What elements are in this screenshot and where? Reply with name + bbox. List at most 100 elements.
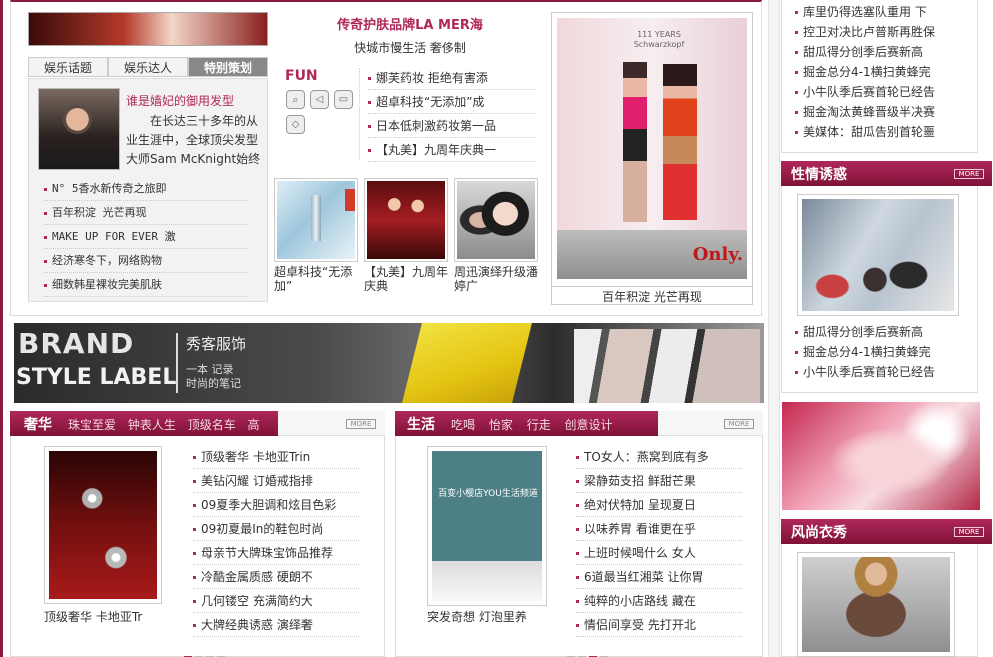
life-image-frame[interactable]: 百变小樱店YOU生活频道 bbox=[427, 446, 547, 606]
xingqing-title[interactable]: 性情诱惑 bbox=[791, 164, 847, 184]
list-item[interactable]: 控卫对决比卢普斯再胜保 bbox=[795, 22, 970, 42]
fengshang-title[interactable]: 风尚衣秀 bbox=[791, 522, 847, 542]
fengshang-more-button[interactable]: MORE bbox=[954, 527, 984, 537]
fun-chat-icon[interactable]: ▭ bbox=[334, 90, 353, 109]
fun-search-icon[interactable]: ⌕ bbox=[286, 90, 305, 109]
fun-tag-icon[interactable]: ◇ bbox=[286, 115, 305, 134]
list-item[interactable]: 母亲节大牌珠宝饰品推荐 bbox=[193, 541, 359, 565]
list-item[interactable]: 经济寒冬下，网络购物 bbox=[44, 249, 248, 273]
fengshang-image bbox=[802, 557, 950, 652]
fengshang-image-frame[interactable] bbox=[797, 552, 955, 657]
tab-entertainment-topic[interactable]: 娱乐话题 bbox=[28, 57, 108, 77]
list-item[interactable]: 顶级奢华 卡地亚Trin bbox=[193, 445, 359, 469]
more-label: MORE bbox=[958, 528, 980, 536]
nav-link-design[interactable]: 创意设计 bbox=[565, 418, 613, 432]
list-item[interactable]: 细数韩星裸妆完美肌肤 bbox=[44, 273, 248, 297]
center-list: 娜芙药妆 拒绝有害添 超卓科技“无添加”成 日本低刺激药妆第一品 【丸美】九周年… bbox=[368, 66, 536, 162]
life-pager bbox=[567, 651, 611, 657]
nav-link-jewelry[interactable]: 珠宝至爱 bbox=[68, 418, 116, 432]
list-item[interactable]: 上班时候喝什么 女人 bbox=[576, 541, 742, 565]
list-item[interactable]: 小牛队季后赛首轮已经告 bbox=[795, 82, 970, 102]
more-label: MORE bbox=[728, 420, 750, 428]
life-image-text: 百变小樱店YOU生活频道 bbox=[438, 489, 538, 499]
top-left-ad-image[interactable] bbox=[28, 12, 268, 46]
list-item[interactable]: 绝对伏特加 呈现夏日 bbox=[576, 493, 742, 517]
center-headline[interactable]: 传奇护肤品牌LA MER海 bbox=[282, 14, 538, 33]
list-item[interactable]: 掘金总分4-1横扫黄蜂完 bbox=[795, 342, 970, 362]
list-item[interactable]: 6道最当红湘菜 让你胃 bbox=[576, 565, 742, 589]
banner-dress bbox=[402, 323, 532, 403]
center-thumb-3[interactable] bbox=[454, 178, 538, 262]
tab-special-feature[interactable]: 特别策划 bbox=[188, 57, 268, 77]
list-item[interactable]: 美媒体：甜瓜告别首轮噩 bbox=[795, 122, 970, 142]
more-label: MORE bbox=[958, 170, 980, 178]
list-item[interactable]: 库里仍得选塞队重用 下 bbox=[795, 2, 970, 22]
luxury-more-button[interactable]: MORE bbox=[346, 419, 376, 429]
feature-portrait[interactable] bbox=[38, 88, 120, 170]
frame-divider bbox=[768, 0, 780, 657]
life-nav: 吃喝 怡家 行走 创意设计 bbox=[451, 416, 651, 434]
list-item[interactable]: 情侣间享受 先打开北 bbox=[576, 613, 742, 637]
nav-link-eat[interactable]: 吃喝 bbox=[451, 418, 475, 432]
list-item[interactable]: 掘金总分4-1横扫黄蜂完 bbox=[795, 62, 970, 82]
nav-link-travel[interactable]: 行走 bbox=[527, 418, 551, 432]
brand-mark: Only. bbox=[692, 244, 743, 265]
list-item[interactable]: 甜瓜得分创季后赛新高 bbox=[795, 42, 970, 62]
list-item[interactable]: 纯粹的小店路线 藏在 bbox=[576, 589, 742, 613]
list-item[interactable]: 几何镂空 充满简约大 bbox=[193, 589, 359, 613]
list-item[interactable]: 大牌经典诱惑 演绎奢 bbox=[193, 613, 359, 637]
life-list: TO女人：燕窝到底有多 梁静茹支招 鲜甜芒果 绝对伏特加 呈现夏日 以味养胃 看… bbox=[576, 445, 742, 637]
banner-line1: BRAND bbox=[18, 327, 135, 360]
life-more-button[interactable]: MORE bbox=[724, 419, 754, 429]
luxury-image-caption[interactable]: 顶级奢华 卡地亚Tr bbox=[44, 608, 142, 625]
top-left-list: N° 5香水新传奇之旅即 百年积淀 光芒再现 MAKE UP FOR EVER … bbox=[44, 177, 248, 297]
fun-speaker-icon[interactable]: ◁ bbox=[310, 90, 329, 109]
nav-link-more[interactable]: 高 bbox=[248, 418, 260, 432]
list-item[interactable]: 超卓科技“无添加”成 bbox=[368, 90, 536, 114]
list-item[interactable]: 百年积淀 光芒再现 bbox=[44, 201, 248, 225]
brand-banner[interactable]: BRAND STYLE LABEL 秀客服饰 一本 记录 时尚的笔记 bbox=[14, 323, 764, 403]
list-item[interactable]: 09初夏最In的鞋包时尚 bbox=[193, 517, 359, 541]
list-item[interactable]: MAKE UP FOR EVER 激 bbox=[44, 225, 248, 249]
banner-title: 秀客服饰 bbox=[186, 335, 247, 353]
list-item[interactable]: 日本低刺激药妆第一品 bbox=[368, 114, 536, 138]
list-item[interactable]: N° 5香水新传奇之旅即 bbox=[44, 177, 248, 201]
center-subline[interactable]: 快城市慢生活 奢侈制 bbox=[282, 39, 538, 56]
list-item[interactable]: 梁静茹支招 鲜甜芒果 bbox=[576, 469, 742, 493]
list-item[interactable]: TO女人：燕窝到底有多 bbox=[576, 445, 742, 469]
feature-text: 在长达三十多年的从业生涯中，全球顶尖发型大师Sam McKnight始终处 bbox=[126, 114, 261, 166]
list-item[interactable]: 掘金淘汰黄蜂晋级半决赛 bbox=[795, 102, 970, 122]
model-right bbox=[663, 64, 697, 220]
tab-entertainment-talent[interactable]: 娱乐达人 bbox=[108, 57, 188, 77]
xingqing-more-button[interactable]: MORE bbox=[954, 169, 984, 179]
right-promo-image[interactable] bbox=[782, 402, 980, 510]
nav-link-home[interactable]: 怡家 bbox=[489, 418, 513, 432]
luxury-image-frame[interactable] bbox=[44, 446, 162, 604]
model-left bbox=[623, 62, 647, 222]
thumb-caption[interactable]: 超卓科技“无添加” bbox=[274, 265, 362, 295]
life-image-fade bbox=[432, 561, 542, 601]
top-photo-caption[interactable]: 百年积淀 光芒再现 bbox=[551, 286, 753, 305]
list-item[interactable]: 甜瓜得分创季后赛新高 bbox=[795, 322, 970, 342]
list-item[interactable]: 小牛队季后赛首轮已经告 bbox=[795, 362, 970, 382]
thumb-caption[interactable]: 周迅演绎升级潘婷广 bbox=[454, 265, 542, 295]
list-item[interactable]: 09夏季大胆调和炫目色彩 bbox=[193, 493, 359, 517]
xingqing-image-frame[interactable] bbox=[797, 194, 959, 316]
life-image-caption[interactable]: 突发奇想 灯泡里养 bbox=[427, 608, 527, 625]
nav-link-cars[interactable]: 顶级名车 bbox=[188, 418, 236, 432]
life-title[interactable]: 生活 bbox=[407, 414, 435, 434]
banner-sub2: 时尚的笔记 bbox=[186, 377, 241, 390]
list-item[interactable]: 娜芙药妆 拒绝有害添 bbox=[368, 66, 536, 90]
list-item[interactable]: 美钻闪耀 订婚戒指排 bbox=[193, 469, 359, 493]
runway-photo[interactable]: 111 YEARS Schwarzkopf Only. bbox=[557, 18, 747, 279]
feature-title[interactable]: 谁是嫱妃的御用发型 bbox=[126, 92, 234, 109]
luxury-title[interactable]: 奢华 bbox=[24, 414, 52, 434]
center-thumb-2[interactable] bbox=[364, 178, 448, 262]
list-item[interactable]: 以味养胃 看谁更在乎 bbox=[576, 517, 742, 541]
life-image: 百变小樱店YOU生活频道 bbox=[432, 451, 542, 561]
center-thumb-1[interactable] bbox=[274, 178, 358, 262]
list-item[interactable]: 【丸美】九周年庆典一 bbox=[368, 138, 536, 162]
thumb-caption[interactable]: 【丸美】九周年庆典 bbox=[364, 265, 452, 295]
nav-link-watches[interactable]: 钟表人生 bbox=[128, 418, 176, 432]
list-item[interactable]: 冷酷金属质感 硬朗不 bbox=[193, 565, 359, 589]
